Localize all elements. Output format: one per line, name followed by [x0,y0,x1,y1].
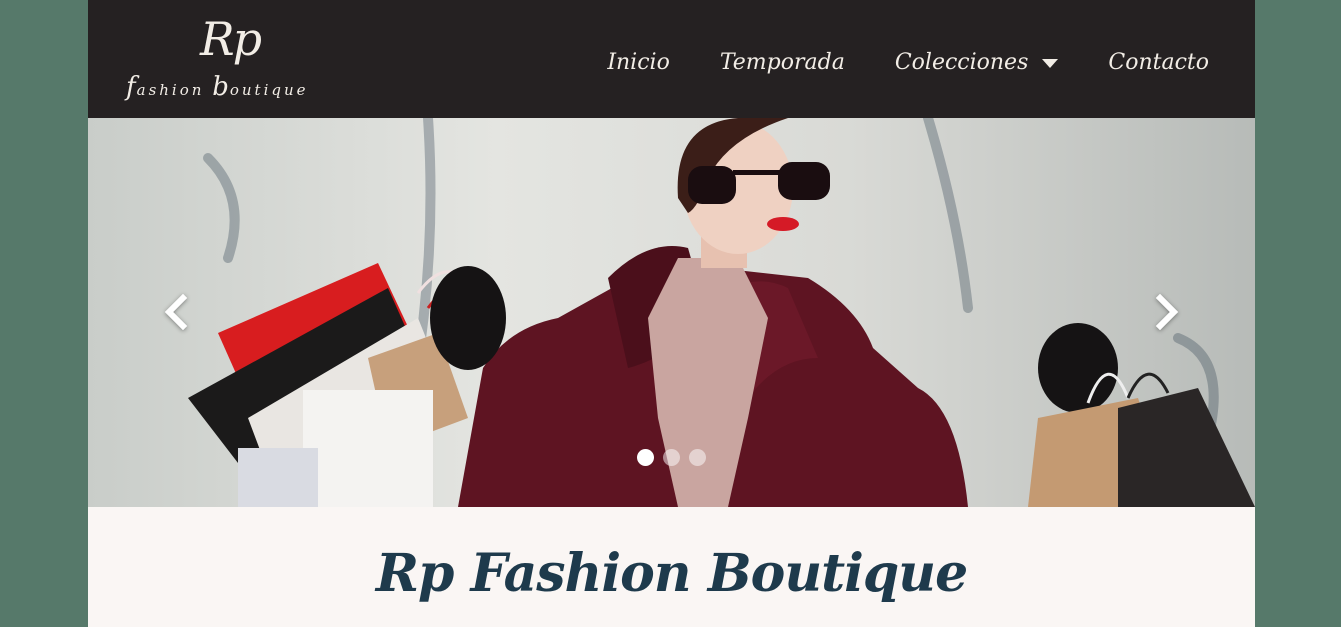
logo-monogram: Rp [200,12,262,66]
carousel-indicators [637,449,706,466]
page-container: Rp fashion boutique Inicio Temporada Col… [88,0,1255,627]
carousel-prev-button[interactable] [156,290,196,334]
caret-down-icon [1042,59,1059,68]
logo-initial-f: f [126,72,137,102]
chevron-left-icon [164,294,188,330]
logo-wordmark: fashion boutique [126,72,309,102]
chevron-right-icon [1155,294,1179,330]
carousel-indicator-1[interactable] [637,449,654,466]
nav-item-colecciones-label: Colecciones [894,50,1029,75]
main-nav: Inicio Temporada Colecciones Contacto [607,50,1209,75]
page-title: Rp Fashion Boutique [375,543,968,604]
carousel-indicator-2[interactable] [663,449,680,466]
brand-logo[interactable]: Rp fashion boutique [124,12,330,108]
nav-item-temporada[interactable]: Temporada [720,50,845,75]
nav-item-colecciones[interactable]: Colecciones [895,50,1059,75]
carousel-indicator-3[interactable] [689,449,706,466]
logo-word-boutique: outique [229,81,309,99]
nav-item-inicio[interactable]: Inicio [607,50,670,75]
carousel-next-button[interactable] [1147,290,1187,334]
nav-item-contacto[interactable]: Contacto [1108,50,1209,75]
logo-initial-b: b [212,72,230,102]
navbar: Rp fashion boutique Inicio Temporada Col… [88,0,1255,118]
logo-word-fashion: ashion [136,81,213,99]
hero-carousel [88,118,1255,507]
